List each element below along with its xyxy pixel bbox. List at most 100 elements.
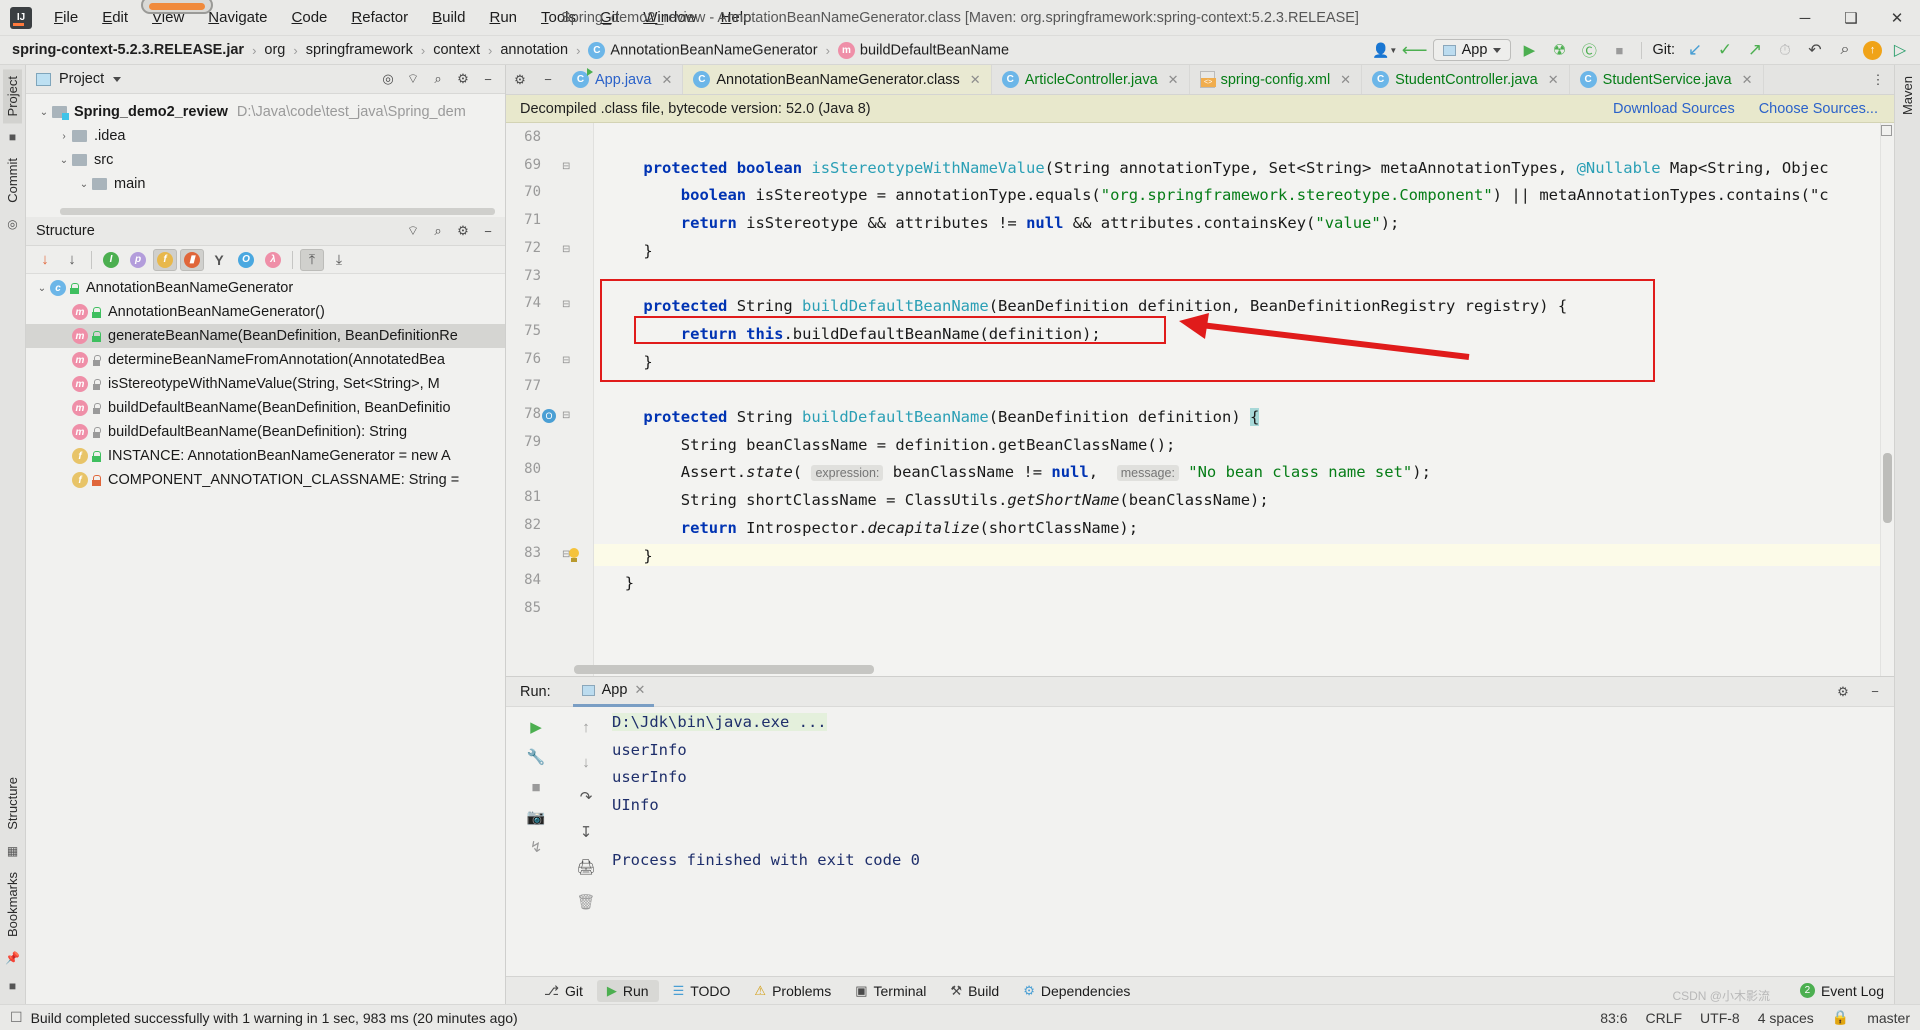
- run-console-output[interactable]: D:\Jdk\bin\java.exe ... userInfo userInfo U…: [606, 707, 1894, 976]
- maximize-button[interactable]: ❑: [1828, 0, 1874, 36]
- menu-item-build[interactable]: Build: [420, 3, 477, 32]
- git-update-icon[interactable]: ↙: [1683, 39, 1707, 61]
- intention-bulb-icon[interactable]: [566, 547, 582, 564]
- download-sources-link[interactable]: Download Sources: [1613, 101, 1735, 117]
- show-properties-icon[interactable]: p: [126, 249, 150, 271]
- chevron-down-icon[interactable]: [113, 76, 122, 82]
- scroll-up-icon[interactable]: ↑: [573, 715, 599, 739]
- bottom-tab-dependencies[interactable]: ⚙ Dependencies: [1013, 980, 1140, 1002]
- breadcrumb-item[interactable]: m buildDefaultBeanName: [837, 41, 1009, 59]
- code-line[interactable]: return isStereotype && attributes != nul…: [681, 212, 1400, 234]
- sort-by-visibility-icon[interactable]: ↓: [33, 249, 57, 271]
- close-button[interactable]: ✕: [1874, 0, 1920, 36]
- breadcrumb-item[interactable]: C AnnotationBeanNameGenerator: [588, 41, 818, 59]
- editor-tab[interactable]: C StudentService.java ✕: [1570, 65, 1764, 94]
- structure-tree-item[interactable]: m isStereotypeWithNameValue(String, Set<S…: [26, 372, 505, 396]
- collapse-all-icon[interactable]: ⌔: [402, 221, 424, 242]
- menu-item-file[interactable]: File: [42, 3, 90, 32]
- bottom-tab-terminal[interactable]: ▣ Terminal: [845, 980, 936, 1002]
- expand-icon[interactable]: ⌕: [427, 69, 449, 90]
- editor-tab[interactable]: C AnnotationBeanNameGenerator.class ✕: [683, 65, 992, 94]
- clear-all-icon[interactable]: 🗑: [573, 890, 599, 914]
- git-branch[interactable]: master: [1867, 1010, 1910, 1026]
- bottom-tab-build[interactable]: ⚒ Build: [940, 980, 1009, 1002]
- chevron-down-icon[interactable]: ⌄: [56, 155, 72, 166]
- expand-all-icon[interactable]: ⤒: [300, 248, 324, 271]
- code-line[interactable]: String shortClassName = ClassUtils.getSh…: [681, 489, 1269, 511]
- indent-setting[interactable]: 4 spaces: [1758, 1010, 1814, 1026]
- chevron-right-icon[interactable]: ›: [56, 131, 72, 142]
- code-line[interactable]: protected boolean isStereotypeWithNameVa…: [643, 157, 1828, 179]
- update-available-icon[interactable]: ↑: [1863, 40, 1882, 60]
- close-icon[interactable]: ✕: [970, 72, 981, 88]
- sidebar-item-commit[interactable]: Commit: [3, 151, 22, 210]
- collapse-all-icon[interactable]: ⤓: [327, 249, 351, 271]
- git-push-icon[interactable]: ↗: [1743, 39, 1767, 61]
- settings-wrench-icon[interactable]: 🔧: [523, 745, 549, 769]
- git-commit-icon[interactable]: ✓: [1713, 39, 1737, 61]
- bottom-tab-run[interactable]: ▶ Run: [596, 979, 659, 1002]
- menu-item-run[interactable]: Run: [477, 3, 529, 32]
- structure-tree-item[interactable]: m buildDefaultBeanName(BeanDefinition, Be…: [26, 396, 505, 420]
- run-icon[interactable]: ▶: [1517, 39, 1541, 61]
- editor-marker-strip[interactable]: [1880, 123, 1894, 676]
- code-line[interactable]: protected String buildDefaultBeanName(Be…: [643, 406, 1260, 428]
- close-icon[interactable]: ✕: [1742, 72, 1753, 88]
- editor-tab[interactable]: spring-config.xml ✕: [1190, 65, 1363, 94]
- close-icon[interactable]: ✕: [661, 72, 672, 88]
- editor-vscrollbar[interactable]: [1883, 453, 1892, 523]
- show-anonymous-icon[interactable]: O: [234, 249, 258, 271]
- breadcrumb-item[interactable]: context: [433, 42, 480, 58]
- editor-tab[interactable]: C App.java ✕: [562, 65, 684, 94]
- project-tree-item[interactable]: ⌄ main: [26, 172, 505, 196]
- scroll-to-end-icon[interactable]: ↧: [573, 820, 599, 844]
- hide-panel-icon[interactable]: −: [477, 69, 499, 90]
- menu-item-code[interactable]: Code: [280, 3, 340, 32]
- chevron-down-icon[interactable]: ⌄: [76, 179, 92, 190]
- debug-icon[interactable]: ☢: [1547, 39, 1571, 61]
- project-tree-item[interactable]: › .idea: [26, 124, 505, 148]
- structure-tree-item[interactable]: m buildDefaultBeanName(BeanDefinition): S…: [26, 420, 505, 444]
- editor-gutter[interactable]: 68 69 70 71 72 73 74 75 76 77 78 79 80 81 82 83 84 85 ⊟ ⊟ ⊟ ⊟…: [506, 123, 594, 676]
- structure-tree-item[interactable]: f INSTANCE: AnnotationBeanNameGenerator =…: [26, 444, 505, 468]
- soft-wrap-icon[interactable]: ↷: [573, 785, 599, 809]
- menu-item-refactor[interactable]: Refactor: [339, 3, 420, 32]
- more-options-icon[interactable]: ⋮: [1864, 72, 1892, 88]
- structure-tree-item[interactable]: m generateBeanName(BeanDefinition, BeanDe…: [26, 324, 505, 348]
- sidebar-item-bookmarks[interactable]: Bookmarks: [3, 865, 22, 944]
- show-lambdas-icon[interactable]: λ: [261, 249, 285, 271]
- editor-hscrollbar[interactable]: [574, 665, 874, 674]
- run-coverage-icon[interactable]: Ⓒ: [1577, 39, 1601, 61]
- code-line[interactable]: String beanClassName = definition.getBea…: [681, 434, 1176, 456]
- bottom-tab-todo[interactable]: ☰ TODO: [663, 980, 741, 1002]
- print-icon[interactable]: 🖨: [573, 855, 599, 879]
- code-fold-icon[interactable]: ⊟: [562, 410, 570, 421]
- sidebar-item-structure[interactable]: Structure: [3, 770, 22, 837]
- show-non-public-icon[interactable]: ▮: [180, 248, 204, 271]
- hide-panel-icon[interactable]: −: [1864, 681, 1886, 702]
- choose-sources-link[interactable]: Choose Sources...: [1759, 101, 1878, 117]
- chevron-down-icon[interactable]: ⌄: [36, 107, 52, 118]
- locate-icon[interactable]: ◎: [377, 69, 399, 90]
- file-encoding[interactable]: UTF-8: [1700, 1010, 1740, 1026]
- project-tree-item[interactable]: ⌄ src: [26, 148, 505, 172]
- settings-gear-icon[interactable]: ⚙: [452, 221, 474, 242]
- settings-gear-icon[interactable]: ⚙: [452, 69, 474, 90]
- structure-tree-item[interactable]: m determineBeanNameFromAnnotation(Annotat…: [26, 348, 505, 372]
- breadcrumb-item[interactable]: spring-context-5.2.3.RELEASE.jar: [12, 42, 244, 58]
- sidebar-item-maven[interactable]: Maven: [1898, 69, 1917, 122]
- project-tree-item[interactable]: ⌄ Spring_demo2_review D:\Java\code\test_ja…: [26, 100, 505, 124]
- run-tab-app[interactable]: App ✕: [572, 677, 655, 707]
- sidebar-item-project[interactable]: Project: [3, 69, 22, 124]
- override-method-icon[interactable]: O: [542, 409, 556, 423]
- revert-icon[interactable]: ↶: [1803, 39, 1827, 61]
- menu-item-edit[interactable]: Edit: [90, 3, 140, 32]
- rerun-icon[interactable]: ▶: [523, 715, 549, 739]
- project-tree-hscrollbar[interactable]: [60, 208, 495, 215]
- structure-tree-item[interactable]: m AnnotationBeanNameGenerator(): [26, 300, 505, 324]
- code-line[interactable]: boolean isStereotype = annotationType.eq…: [681, 184, 1829, 206]
- code-fold-icon[interactable]: ⊟: [562, 355, 570, 366]
- group-methods-icon[interactable]: Y: [207, 249, 231, 271]
- event-log-button[interactable]: 2 Event Log: [1790, 980, 1894, 1002]
- breadcrumb-item[interactable]: org: [264, 42, 285, 58]
